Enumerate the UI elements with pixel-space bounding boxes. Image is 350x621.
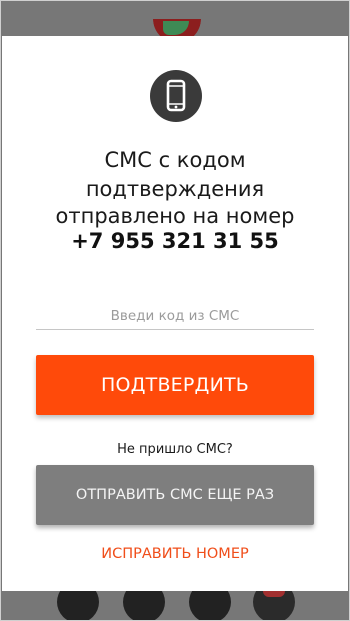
resend-sms-button[interactable]: ОТПРАВИТЬ СМС ЕЩЕ РАЗ bbox=[36, 465, 314, 525]
sms-code-input[interactable] bbox=[36, 303, 314, 330]
no-sms-text: Не пришло СМС? bbox=[117, 442, 233, 457]
message-line: подтверждения bbox=[85, 177, 265, 201]
phone-number: +7 955 321 31 55 bbox=[71, 229, 279, 253]
message-line: СМС с кодом bbox=[104, 148, 246, 172]
fix-number-link[interactable]: ИСПРАВИТЬ НОМЕР bbox=[0, 546, 350, 562]
phone-icon bbox=[150, 70, 202, 122]
confirm-button[interactable]: ПОДТВЕРДИТЬ bbox=[36, 355, 314, 415]
